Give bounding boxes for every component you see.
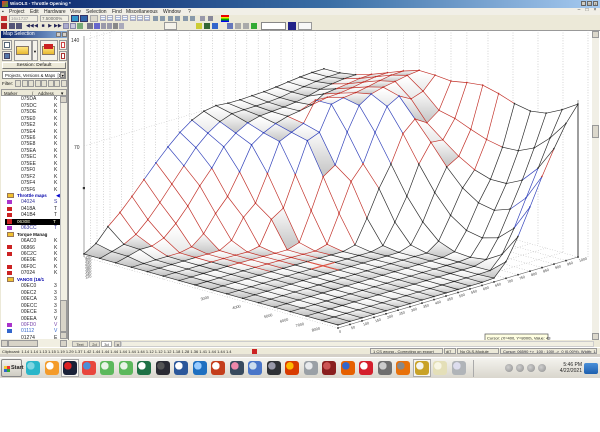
svg-text:8000: 8000: [311, 327, 320, 333]
svg-text:100: 100: [363, 321, 370, 327]
svg-text:350: 350: [423, 303, 430, 309]
svg-text:3000: 3000: [200, 295, 209, 301]
svg-text:450: 450: [447, 296, 454, 302]
svg-text:300: 300: [411, 307, 418, 313]
svg-text:950: 950: [567, 261, 574, 267]
svg-text:600: 600: [483, 286, 490, 292]
svg-text:700: 700: [507, 279, 514, 285]
svg-text:140: 140: [71, 38, 80, 44]
svg-text:5000: 5000: [264, 313, 273, 319]
svg-text:120: 120: [85, 274, 92, 280]
svg-text:7000: 7000: [295, 322, 304, 328]
svg-text:550: 550: [471, 289, 478, 295]
svg-text:6000: 6000: [280, 318, 289, 324]
svg-text:4000: 4000: [232, 304, 241, 310]
svg-text:800: 800: [531, 271, 538, 277]
svg-text:150: 150: [375, 318, 382, 324]
svg-text:250: 250: [399, 310, 406, 316]
svg-text:750: 750: [519, 275, 526, 281]
svg-text:1000: 1000: [579, 257, 588, 263]
svg-text:850: 850: [543, 268, 550, 274]
svg-text:900: 900: [555, 264, 562, 270]
svg-text:200: 200: [387, 314, 394, 320]
svg-text:70: 70: [74, 145, 80, 151]
svg-text:500: 500: [459, 293, 466, 299]
svg-text:0: 0: [339, 330, 342, 334]
svg-text:650: 650: [495, 282, 502, 288]
svg-text:400: 400: [435, 300, 442, 306]
svg-text:50: 50: [351, 325, 356, 330]
